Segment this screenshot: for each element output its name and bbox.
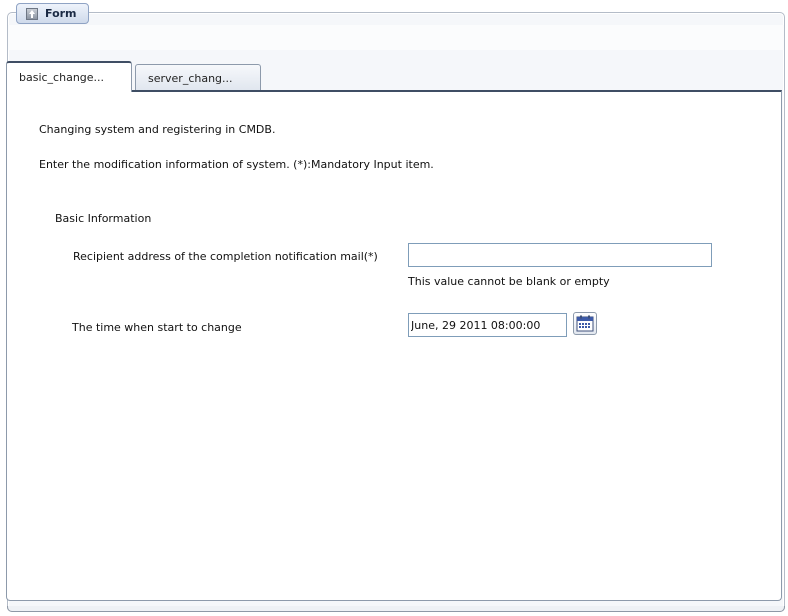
recipient-address-label: Recipient address of the completion noti… (73, 250, 378, 263)
form-header-band (8, 25, 784, 50)
instruction-text: Enter the modification information of sy… (39, 158, 434, 171)
calendar-button[interactable] (573, 312, 597, 335)
recipient-address-field[interactable] (408, 243, 712, 267)
intro-text: Changing system and registering in CMDB. (39, 123, 276, 136)
section-title-basic-information: Basic Information (55, 212, 152, 225)
form-frame-bottom-edge (7, 606, 785, 612)
calendar-icon (576, 315, 594, 332)
tab-server-change-label: server_chang... (148, 72, 233, 85)
tab-basic-change[interactable]: basic_change... (6, 61, 132, 92)
tab-basic-change-label: basic_change... (19, 71, 105, 84)
tab-server-change[interactable]: server_chang... (135, 64, 261, 92)
form-legend-toggle[interactable]: Form (16, 3, 89, 24)
collapse-up-icon[interactable] (26, 7, 38, 20)
form-page: Form basic_change... server_chang... Cha… (0, 0, 788, 616)
start-time-label: The time when start to change (72, 321, 242, 334)
form-legend-label: Form (45, 7, 77, 20)
recipient-address-error: This value cannot be blank or empty (408, 275, 610, 288)
start-time-field[interactable] (408, 313, 567, 337)
